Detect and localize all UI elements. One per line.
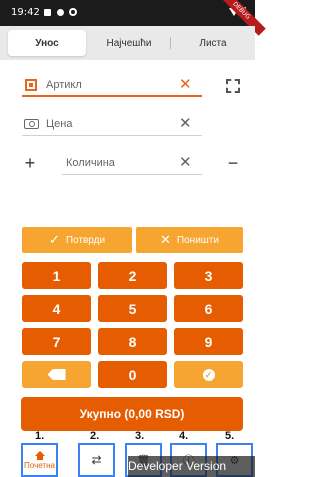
key-5[interactable]: 5	[98, 295, 167, 322]
nav-home-button[interactable]: Почетна	[21, 443, 58, 477]
status-bar: 19:42 DEBUG	[0, 0, 266, 36]
check-circle-icon: ✓	[202, 368, 215, 381]
nav-home-label: Почетна	[24, 460, 55, 470]
key-9[interactable]: 9	[174, 328, 243, 355]
home-icon	[34, 450, 45, 460]
tab-unos[interactable]: Унос	[8, 30, 86, 56]
key-6[interactable]: 6	[174, 295, 243, 322]
key-0[interactable]: 0	[98, 361, 167, 388]
confirm-button[interactable]: ✓ Потврди	[22, 227, 132, 253]
keypad-confirm-key[interactable]: ✓	[174, 361, 243, 388]
nav-number-3: 3.	[135, 430, 145, 442]
tab-bar: Унос Најчешћи Листа	[0, 26, 255, 60]
status-time: 19:42	[11, 7, 40, 18]
decrease-quantity-button[interactable]: −	[225, 154, 241, 172]
nav-number-2: 2.	[90, 430, 100, 442]
cash-icon	[24, 119, 39, 129]
tab-najcesci[interactable]: Најчешћи	[90, 30, 168, 56]
notification-icon	[43, 8, 51, 16]
swap-arrows-icon: ⇄	[91, 453, 102, 467]
price-underline	[22, 135, 202, 136]
check-icon: ✓	[48, 232, 60, 247]
sync-icon	[69, 8, 77, 16]
key-8[interactable]: 8	[98, 328, 167, 355]
confirm-label: Потврди	[65, 234, 106, 246]
article-placeholder: Артикл	[46, 79, 82, 91]
tab-divider	[170, 37, 171, 49]
key-2[interactable]: 2	[98, 262, 167, 289]
developer-version-banner: Developer Version	[128, 456, 255, 477]
key-3[interactable]: 3	[174, 262, 243, 289]
cancel-label: Поништи	[176, 234, 219, 246]
nav-transfer-button[interactable]: ⇄	[78, 443, 115, 477]
total-button[interactable]: Укупно (0,00 RSD)	[21, 397, 243, 431]
clear-article-button[interactable]: ✕	[179, 76, 192, 94]
tab-lista[interactable]: Листа	[174, 30, 252, 56]
nav-number-1: 1.	[35, 430, 45, 442]
quantity-underline	[62, 174, 202, 175]
key-1[interactable]: 1	[22, 262, 91, 289]
cancel-button[interactable]: ✕ Поништи	[136, 227, 243, 253]
backspace-key[interactable]	[22, 361, 91, 388]
nav-number-4: 4.	[179, 430, 189, 442]
article-field[interactable]: Артикл ✕	[22, 75, 202, 97]
dot-icon	[56, 8, 64, 16]
price-placeholder: Цена	[46, 118, 73, 130]
key-7[interactable]: 7	[22, 328, 91, 355]
increase-quantity-button[interactable]: +	[22, 154, 38, 172]
price-field[interactable]: Цена ✕	[22, 114, 202, 136]
key-4[interactable]: 4	[22, 295, 91, 322]
nav-number-5: 5.	[225, 430, 235, 442]
quantity-field[interactable]: Количина ✕	[62, 153, 202, 175]
quantity-placeholder: Количина	[66, 157, 115, 169]
clear-quantity-button[interactable]: ✕	[179, 154, 192, 172]
article-underline	[22, 95, 202, 97]
qr-code-icon	[25, 79, 37, 91]
barcode-scan-icon[interactable]	[226, 79, 240, 93]
backspace-icon	[47, 369, 66, 380]
clear-price-button[interactable]: ✕	[179, 115, 192, 133]
close-icon: ✕	[160, 232, 171, 247]
